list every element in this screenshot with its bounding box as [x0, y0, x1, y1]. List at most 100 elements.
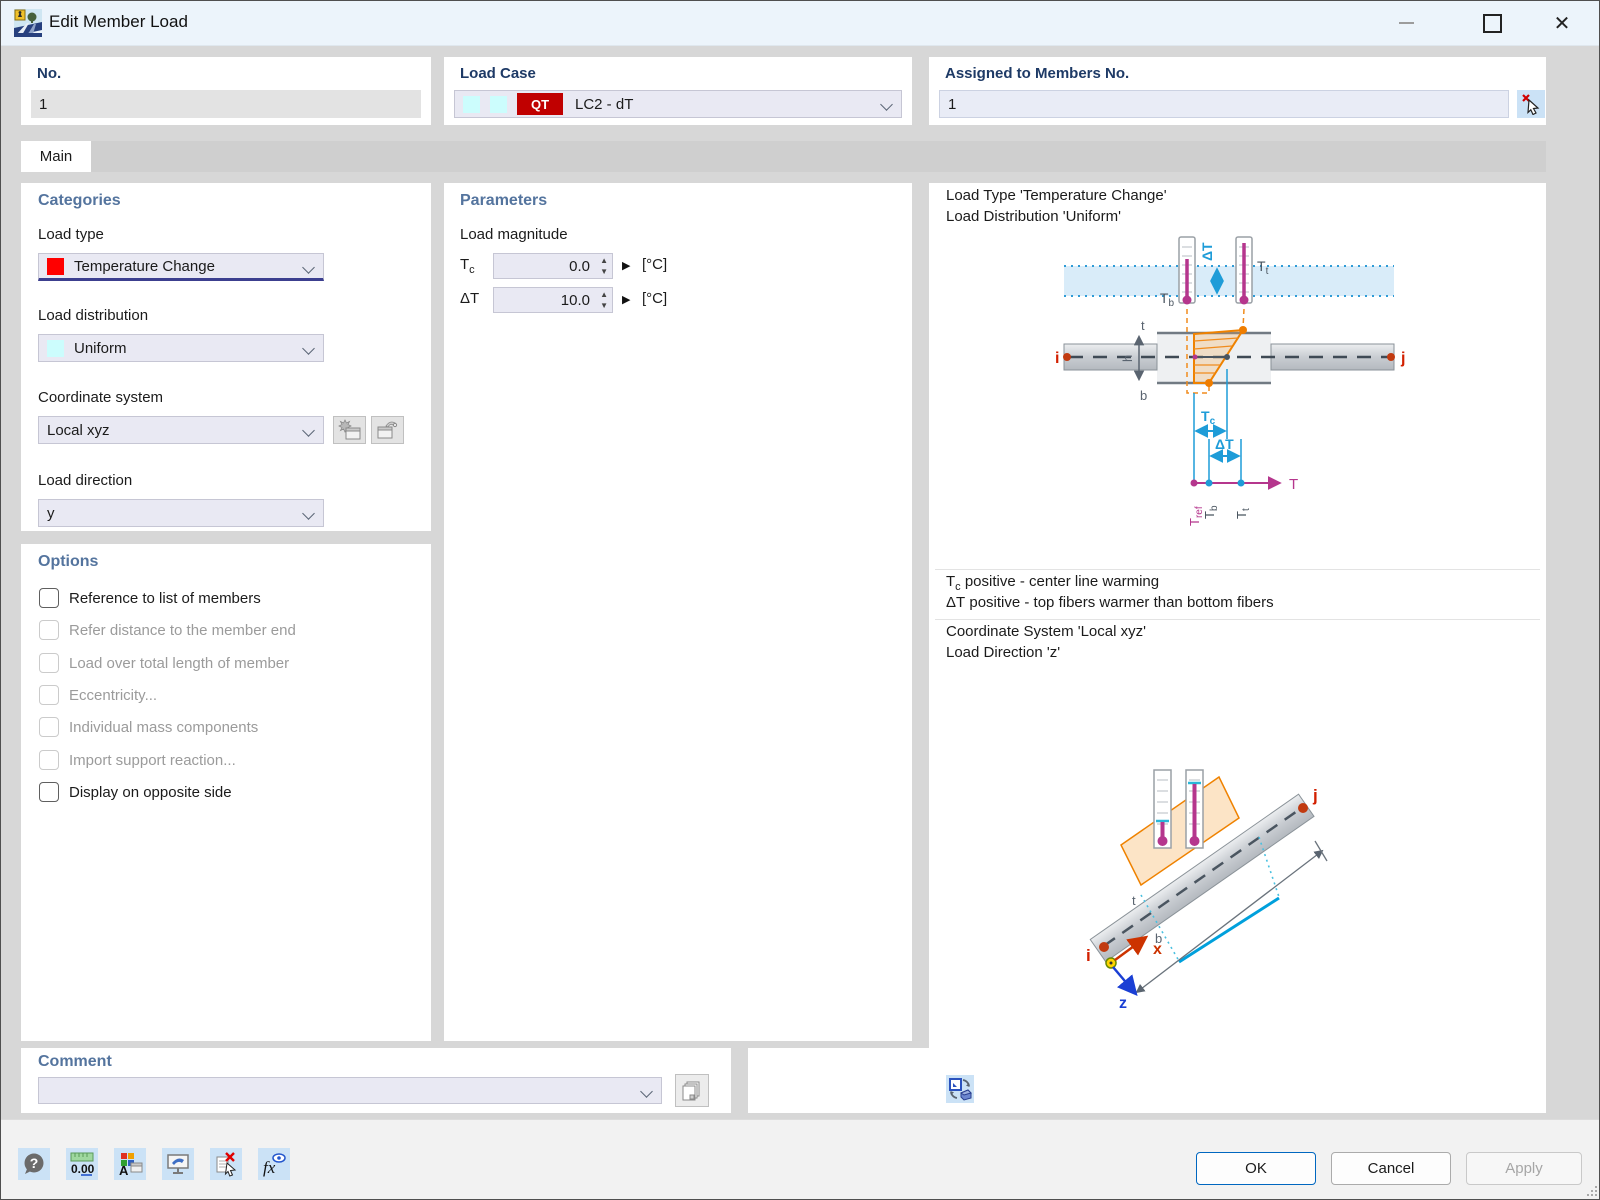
- load-direction-label: Load direction: [38, 472, 132, 489]
- categories-title: Categories: [38, 192, 121, 210]
- cancel-button[interactable]: Cancel: [1331, 1152, 1451, 1185]
- member-isometric-diagram: t b j i x z: [929, 665, 1529, 1065]
- chevron-down-icon: [302, 342, 315, 355]
- spinner-arrows[interactable]: ▲▼: [600, 255, 608, 277]
- info-coordinate-system: Coordinate System 'Local xyz': [946, 623, 1146, 640]
- load-distribution-select[interactable]: Uniform: [38, 334, 324, 362]
- load-direction-value: y: [47, 505, 55, 522]
- load-number-input[interactable]: [31, 90, 421, 118]
- display-properties-button[interactable]: A: [114, 1148, 146, 1180]
- copy-pages-icon: [681, 1080, 703, 1102]
- temperature-axis: T Tref Tb Tt: [1187, 476, 1298, 526]
- comment-select[interactable]: [38, 1077, 662, 1104]
- display-colors-icon: A: [117, 1151, 143, 1177]
- swap-view-button[interactable]: [946, 1075, 974, 1103]
- node-j: [1387, 353, 1395, 361]
- svg-text:fx: fx: [263, 1158, 276, 1177]
- assigned-members-input[interactable]: [939, 90, 1509, 118]
- delete-load-icon: [213, 1151, 239, 1177]
- svg-text:0.00: 0.00: [71, 1162, 95, 1176]
- info-load-direction: Load Direction 'z': [946, 644, 1060, 661]
- tab-strip: Main: [21, 141, 1546, 172]
- footer-bar: ? 0.00 A: [1, 1119, 1600, 1200]
- load-type-select[interactable]: Temperature Change: [38, 253, 324, 281]
- tt-axis-label: Tt: [1234, 508, 1252, 519]
- checkbox: [39, 717, 59, 737]
- assigned-members-group: Assigned to Members No.: [929, 57, 1546, 125]
- close-button[interactable]: ✕: [1539, 1, 1585, 45]
- formula-button[interactable]: fx: [258, 1148, 290, 1180]
- tc-value: 0.0: [569, 258, 590, 275]
- dt-detail-arrow-button[interactable]: ▶: [622, 293, 630, 306]
- info-panel: Load Type 'Temperature Change' Load Dist…: [929, 183, 1546, 1113]
- chevron-down-icon: [640, 1085, 653, 1098]
- window-title: Edit Member Load: [49, 12, 188, 32]
- help-button[interactable]: ?: [18, 1148, 50, 1180]
- load-case-color-swatch-1: [463, 96, 480, 113]
- units-settings-button[interactable]: 0.00: [66, 1148, 98, 1180]
- edit-window-icon: [376, 419, 400, 441]
- dimension-tick: [1315, 841, 1327, 861]
- resize-grip[interactable]: [1587, 1186, 1597, 1196]
- load-direction-select[interactable]: y: [38, 499, 324, 527]
- edit-coordinate-system-button[interactable]: [371, 416, 404, 444]
- parameters-panel: Parameters Load magnitude Tc 0.0 ▲▼ ▶ [°…: [444, 183, 912, 1041]
- chevron-down-icon: [880, 98, 893, 111]
- node-j-label: j: [1312, 786, 1318, 805]
- app-icon: [14, 9, 42, 37]
- thermometer-bottom-fiber: [1179, 237, 1195, 305]
- option-eccentricity: Eccentricity...: [39, 685, 157, 705]
- select-members-button[interactable]: [1517, 90, 1545, 118]
- chevron-down-icon: [302, 507, 315, 520]
- rendering-button[interactable]: [162, 1148, 194, 1180]
- coordinate-system-select[interactable]: Local xyz: [38, 416, 324, 444]
- dt-label: ΔT: [460, 290, 479, 310]
- node-i-label: i: [1086, 946, 1091, 965]
- dt-dim-label: ΔT: [1215, 436, 1234, 452]
- option-load-over-length: Load over total length of member: [39, 653, 289, 673]
- new-coordinate-system-button[interactable]: [333, 416, 366, 444]
- comment-copy-button[interactable]: [675, 1074, 709, 1107]
- warm-air-band: [1064, 266, 1394, 296]
- tab-main[interactable]: Main: [21, 141, 91, 172]
- dt-input[interactable]: 10.0 ▲▼: [493, 287, 613, 313]
- node-j: [1298, 803, 1308, 813]
- minimize-button[interactable]: [1383, 1, 1429, 45]
- option-reference-to-list[interactable]: Reference to list of members: [39, 588, 261, 608]
- load-distribution-value: Uniform: [74, 340, 127, 357]
- delete-load-button[interactable]: [210, 1148, 242, 1180]
- maximize-button[interactable]: [1469, 1, 1515, 45]
- h-label: h: [1120, 355, 1135, 362]
- dt-dimension: ΔT: [1209, 436, 1241, 481]
- options-panel: Options Reference to list of members Ref…: [21, 544, 431, 1041]
- load-case-group: Load Case QT LC2 - dT: [444, 57, 912, 125]
- note-tc: Tc positive - center line warming: [946, 573, 1159, 593]
- tc-input[interactable]: 0.0 ▲▼: [493, 253, 613, 279]
- coordinate-system-value: Local xyz: [47, 422, 110, 439]
- ok-button[interactable]: OK: [1196, 1152, 1316, 1185]
- divider: [935, 569, 1540, 570]
- info-load-distribution: Load Distribution 'Uniform': [946, 208, 1121, 225]
- option-display-opposite[interactable]: Display on opposite side: [39, 782, 232, 802]
- option-individual-mass: Individual mass components: [39, 717, 258, 737]
- load-case-label: Load Case: [460, 65, 536, 82]
- checkbox[interactable]: [39, 588, 59, 608]
- maximize-icon: [1483, 14, 1502, 33]
- load-case-value: LC2 - dT: [575, 96, 633, 113]
- dt-unit: [°C]: [642, 290, 667, 307]
- parameters-title: Parameters: [460, 192, 547, 210]
- b-label: b: [1140, 388, 1147, 403]
- thermometer-top-fiber: [1236, 237, 1252, 305]
- tc-detail-arrow-button[interactable]: ▶: [622, 259, 630, 272]
- options-title: Options: [38, 553, 98, 571]
- load-distribution-swatch: [47, 340, 64, 357]
- edit-member-load-dialog: Edit Member Load ✕ No. Load Case QT LC2 …: [0, 0, 1600, 1200]
- checkbox[interactable]: [39, 782, 59, 802]
- load-case-select[interactable]: QT LC2 - dT: [454, 90, 902, 118]
- spinner-arrows[interactable]: ▲▼: [600, 289, 608, 311]
- apply-button[interactable]: Apply: [1466, 1152, 1582, 1185]
- node-j-label: j: [1400, 350, 1405, 367]
- load-type-swatch: [47, 258, 64, 275]
- tc-unit: [°C]: [642, 256, 667, 273]
- divider: [935, 619, 1540, 620]
